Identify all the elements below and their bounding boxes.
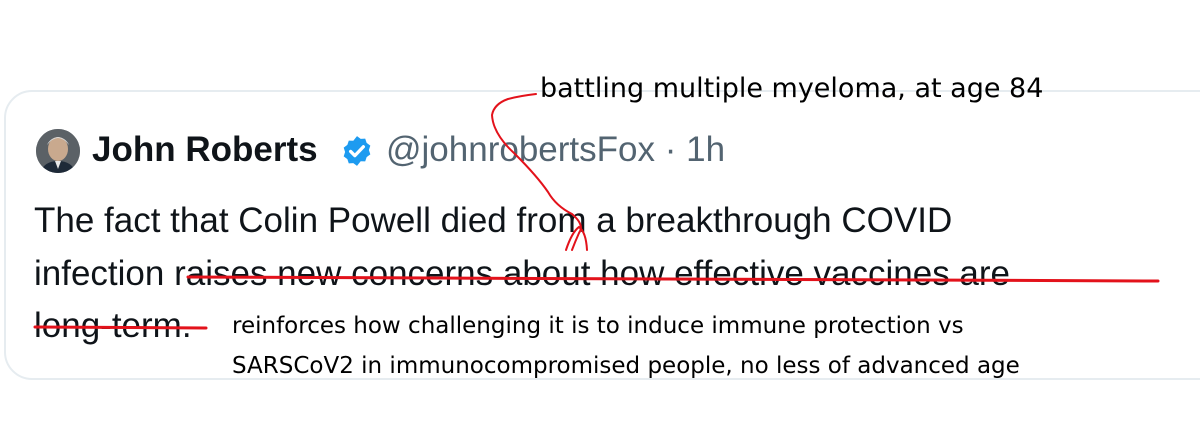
tweet-text-line-3: long-term.	[34, 304, 192, 348]
tweet-text-line-1: The fact that Colin Powell died from a b…	[34, 201, 953, 240]
replacement-annotation-line-1: reinforces how challenging it is to indu…	[232, 313, 964, 339]
avatar[interactable]	[36, 129, 80, 173]
tweet-text-plain: infection	[34, 254, 165, 293]
meta-separator: ·	[664, 130, 677, 169]
author-handle[interactable]: @johnrobertsFox	[386, 130, 655, 169]
avatar-photo	[36, 129, 80, 173]
verified-badge-icon	[343, 136, 371, 166]
replacement-annotation-line-2: SARSCoV2 in immunocompromised people, no…	[232, 353, 1020, 379]
tweet-timestamp[interactable]: 1h	[686, 130, 725, 169]
author-name[interactable]: John Roberts	[92, 128, 318, 172]
insert-annotation: battling multiple myeloma, at age 84	[540, 73, 1044, 104]
tweet-text-line-2: infection raises new concerns about how …	[34, 252, 1010, 296]
struck-through-text: raises new concerns about how effective …	[164, 254, 1011, 293]
struck-through-text-end: long-term	[34, 306, 182, 345]
tweet-text-period: .	[181, 306, 192, 345]
tweet-meta: @johnrobertsFox · 1h	[386, 128, 725, 172]
